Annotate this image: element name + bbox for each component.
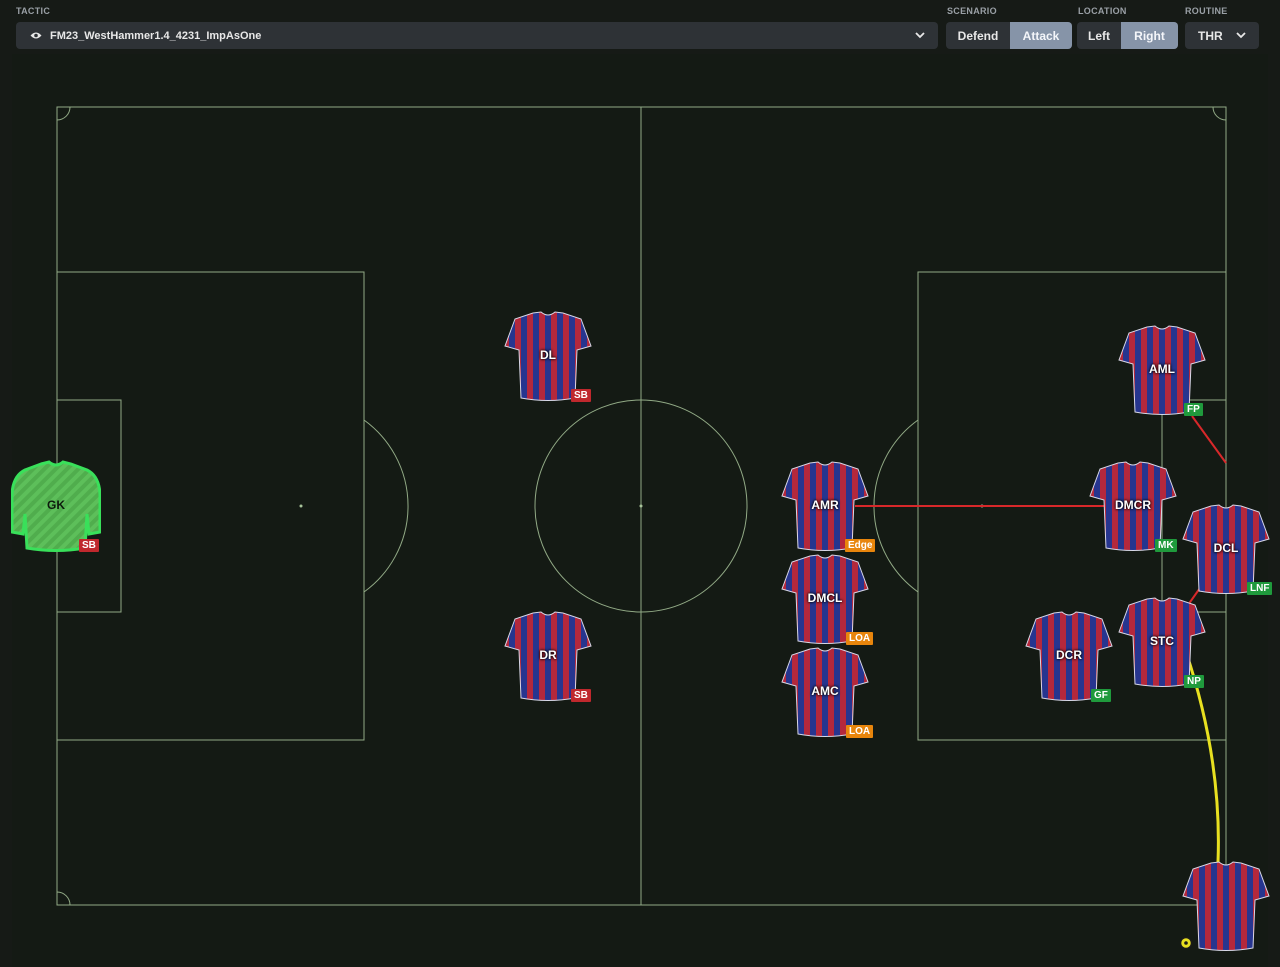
player-role-tag: SB xyxy=(79,539,99,552)
player-role-tag: SB xyxy=(571,689,591,702)
player-amr[interactable]: AMR Edge xyxy=(780,460,876,552)
player-position-label: DCL xyxy=(1213,541,1239,555)
player-role-tag: LOA xyxy=(846,725,874,738)
player-role-tag: LNF xyxy=(1247,582,1273,595)
left-penalty-area xyxy=(56,271,365,741)
player-role-tag: GF xyxy=(1091,689,1111,702)
player-role-tag: SB xyxy=(571,389,591,402)
player-gk[interactable]: GK SB xyxy=(11,460,101,552)
player-position-label: DL xyxy=(540,348,556,362)
player-role-tag: NP xyxy=(1184,675,1204,688)
player-amc[interactable]: AMC LOA xyxy=(780,646,874,738)
player-stc[interactable]: STC NP xyxy=(1117,596,1207,688)
left-penalty-spot xyxy=(299,504,303,508)
player-role-tag: LOA xyxy=(846,632,874,645)
player-position-label: AML xyxy=(1149,362,1175,376)
player-dmcl[interactable]: DMCL LOA xyxy=(780,553,874,645)
player-role-tag: MK xyxy=(1155,539,1177,552)
player-role-tag: Edge xyxy=(845,539,876,552)
player-dr[interactable]: DR SB xyxy=(503,610,593,702)
player-position-label: DR xyxy=(539,648,557,662)
player-position-label: GK xyxy=(47,498,65,512)
player-position-label: DCR xyxy=(1056,648,1082,662)
player-position-label: DMCR xyxy=(1115,498,1151,512)
player-dmcr[interactable]: DMCR MK xyxy=(1088,460,1178,552)
center-spot xyxy=(639,504,643,508)
player-dcr[interactable]: DCR GF xyxy=(1024,610,1114,702)
player-set-piece-taker[interactable] xyxy=(1181,860,1271,952)
left-penalty-arc xyxy=(363,419,409,593)
player-role-tag: FP xyxy=(1184,403,1203,416)
player-aml[interactable]: AML FP xyxy=(1117,324,1207,416)
player-dcl[interactable]: DCL LNF xyxy=(1181,503,1280,595)
player-position-label: STC xyxy=(1150,634,1174,648)
player-position-label: DMCL xyxy=(807,591,843,605)
player-position-label: AMR xyxy=(811,498,839,512)
corner-arc-tr xyxy=(1212,106,1227,121)
corner-arc-bl xyxy=(56,891,71,906)
player-dl[interactable]: DL SB xyxy=(503,310,593,402)
player-position-label: AMC xyxy=(811,684,839,698)
corner-arc-tl xyxy=(56,106,71,121)
run-line-aml xyxy=(1191,415,1227,464)
